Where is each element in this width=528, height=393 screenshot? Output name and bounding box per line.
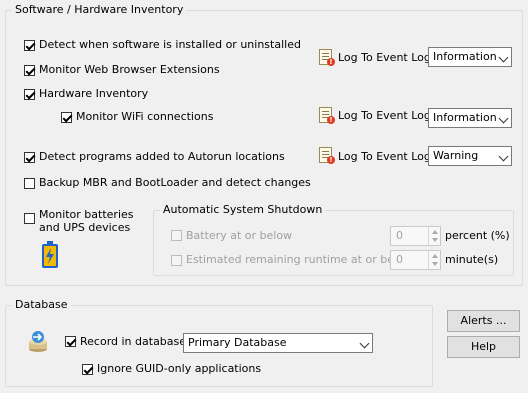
battery-threshold-value: 0 [396,229,403,242]
event-log-icon: ! [319,49,335,66]
alerts-button[interactable]: Alerts ... [447,310,520,332]
battery-threshold-unit: percent (%) [445,229,510,242]
runtime-threshold-spinner[interactable]: 0 [390,250,441,270]
arrow-up-icon [432,230,438,234]
log-to-event-log-label: Log To Event Log: [338,51,435,64]
hardware-inventory-checkbox[interactable] [24,89,35,100]
chevron-down-icon [359,338,370,349]
backup-mbr-label[interactable]: Backup MBR and BootLoader and detect cha… [39,176,311,189]
detect-autorun-checkbox[interactable] [24,152,35,163]
monitor-batteries-checkbox[interactable] [24,213,35,224]
monitor-batteries-label-line2[interactable]: and UPS devices [39,221,130,234]
event-log-level-select[interactable]: Warning [428,146,512,166]
database-select-value: Primary Database [188,336,287,349]
detect-software-checkbox[interactable] [24,40,35,51]
monitor-wifi-checkbox[interactable] [61,112,72,123]
monitor-batteries-label-line1[interactable]: Monitor batteries [39,208,134,221]
detect-autorun-label[interactable]: Detect programs added to Autorun locatio… [39,150,285,163]
ignore-guid-label[interactable]: Ignore GUID-only applications [97,362,261,375]
arrow-down-icon [432,238,438,242]
monitor-browser-extensions-checkbox[interactable] [24,65,35,76]
record-in-database-label[interactable]: Record in database [80,335,186,348]
arrow-up-icon [432,254,438,258]
runtime-threshold-checkbox[interactable] [171,255,182,266]
ignore-guid-checkbox[interactable] [82,364,93,375]
battery-threshold-label: Battery at or below [186,229,293,242]
software-hardware-group-title: Software / Hardware Inventory [12,3,187,16]
log-to-event-log-label: Log To Event Log: [338,109,435,122]
database-group-title: Database [12,298,71,311]
arrow-down-icon [432,262,438,266]
spinner-arrows[interactable] [428,251,440,269]
help-button[interactable]: Help [447,336,520,358]
battery-icon [40,241,60,269]
battery-threshold-checkbox[interactable] [171,230,182,241]
battery-threshold-spinner[interactable]: 0 [390,226,441,246]
runtime-threshold-unit: minute(s) [445,253,499,266]
event-log-icon: ! [319,147,335,164]
shutdown-group [153,210,514,276]
database-select[interactable]: Primary Database [183,333,373,353]
database-icon [26,330,50,356]
event-log-level-value: Information [433,50,497,63]
chevron-down-icon [498,113,509,124]
monitor-wifi-label[interactable]: Monitor WiFi connections [76,110,213,123]
monitor-browser-extensions-label[interactable]: Monitor Web Browser Extensions [39,63,220,76]
hardware-inventory-label[interactable]: Hardware Inventory [39,87,148,100]
chevron-down-icon [498,52,509,63]
event-log-level-value: Warning [433,149,479,162]
backup-mbr-checkbox[interactable] [24,178,35,189]
event-log-level-select[interactable]: Information [428,47,512,67]
runtime-threshold-label: Estimated remaining runtime at or below [186,253,413,266]
event-log-icon: ! [319,107,335,124]
event-log-level-select[interactable]: Information [428,108,512,128]
log-to-event-log-label: Log To Event Log: [338,150,435,163]
record-in-database-checkbox[interactable] [65,336,76,347]
shutdown-group-title: Automatic System Shutdown [160,203,326,216]
spinner-arrows[interactable] [428,227,440,245]
runtime-threshold-value: 0 [396,253,403,266]
detect-software-label[interactable]: Detect when software is installed or uni… [39,38,301,51]
chevron-down-icon [498,151,509,162]
event-log-level-value: Information [433,111,497,124]
